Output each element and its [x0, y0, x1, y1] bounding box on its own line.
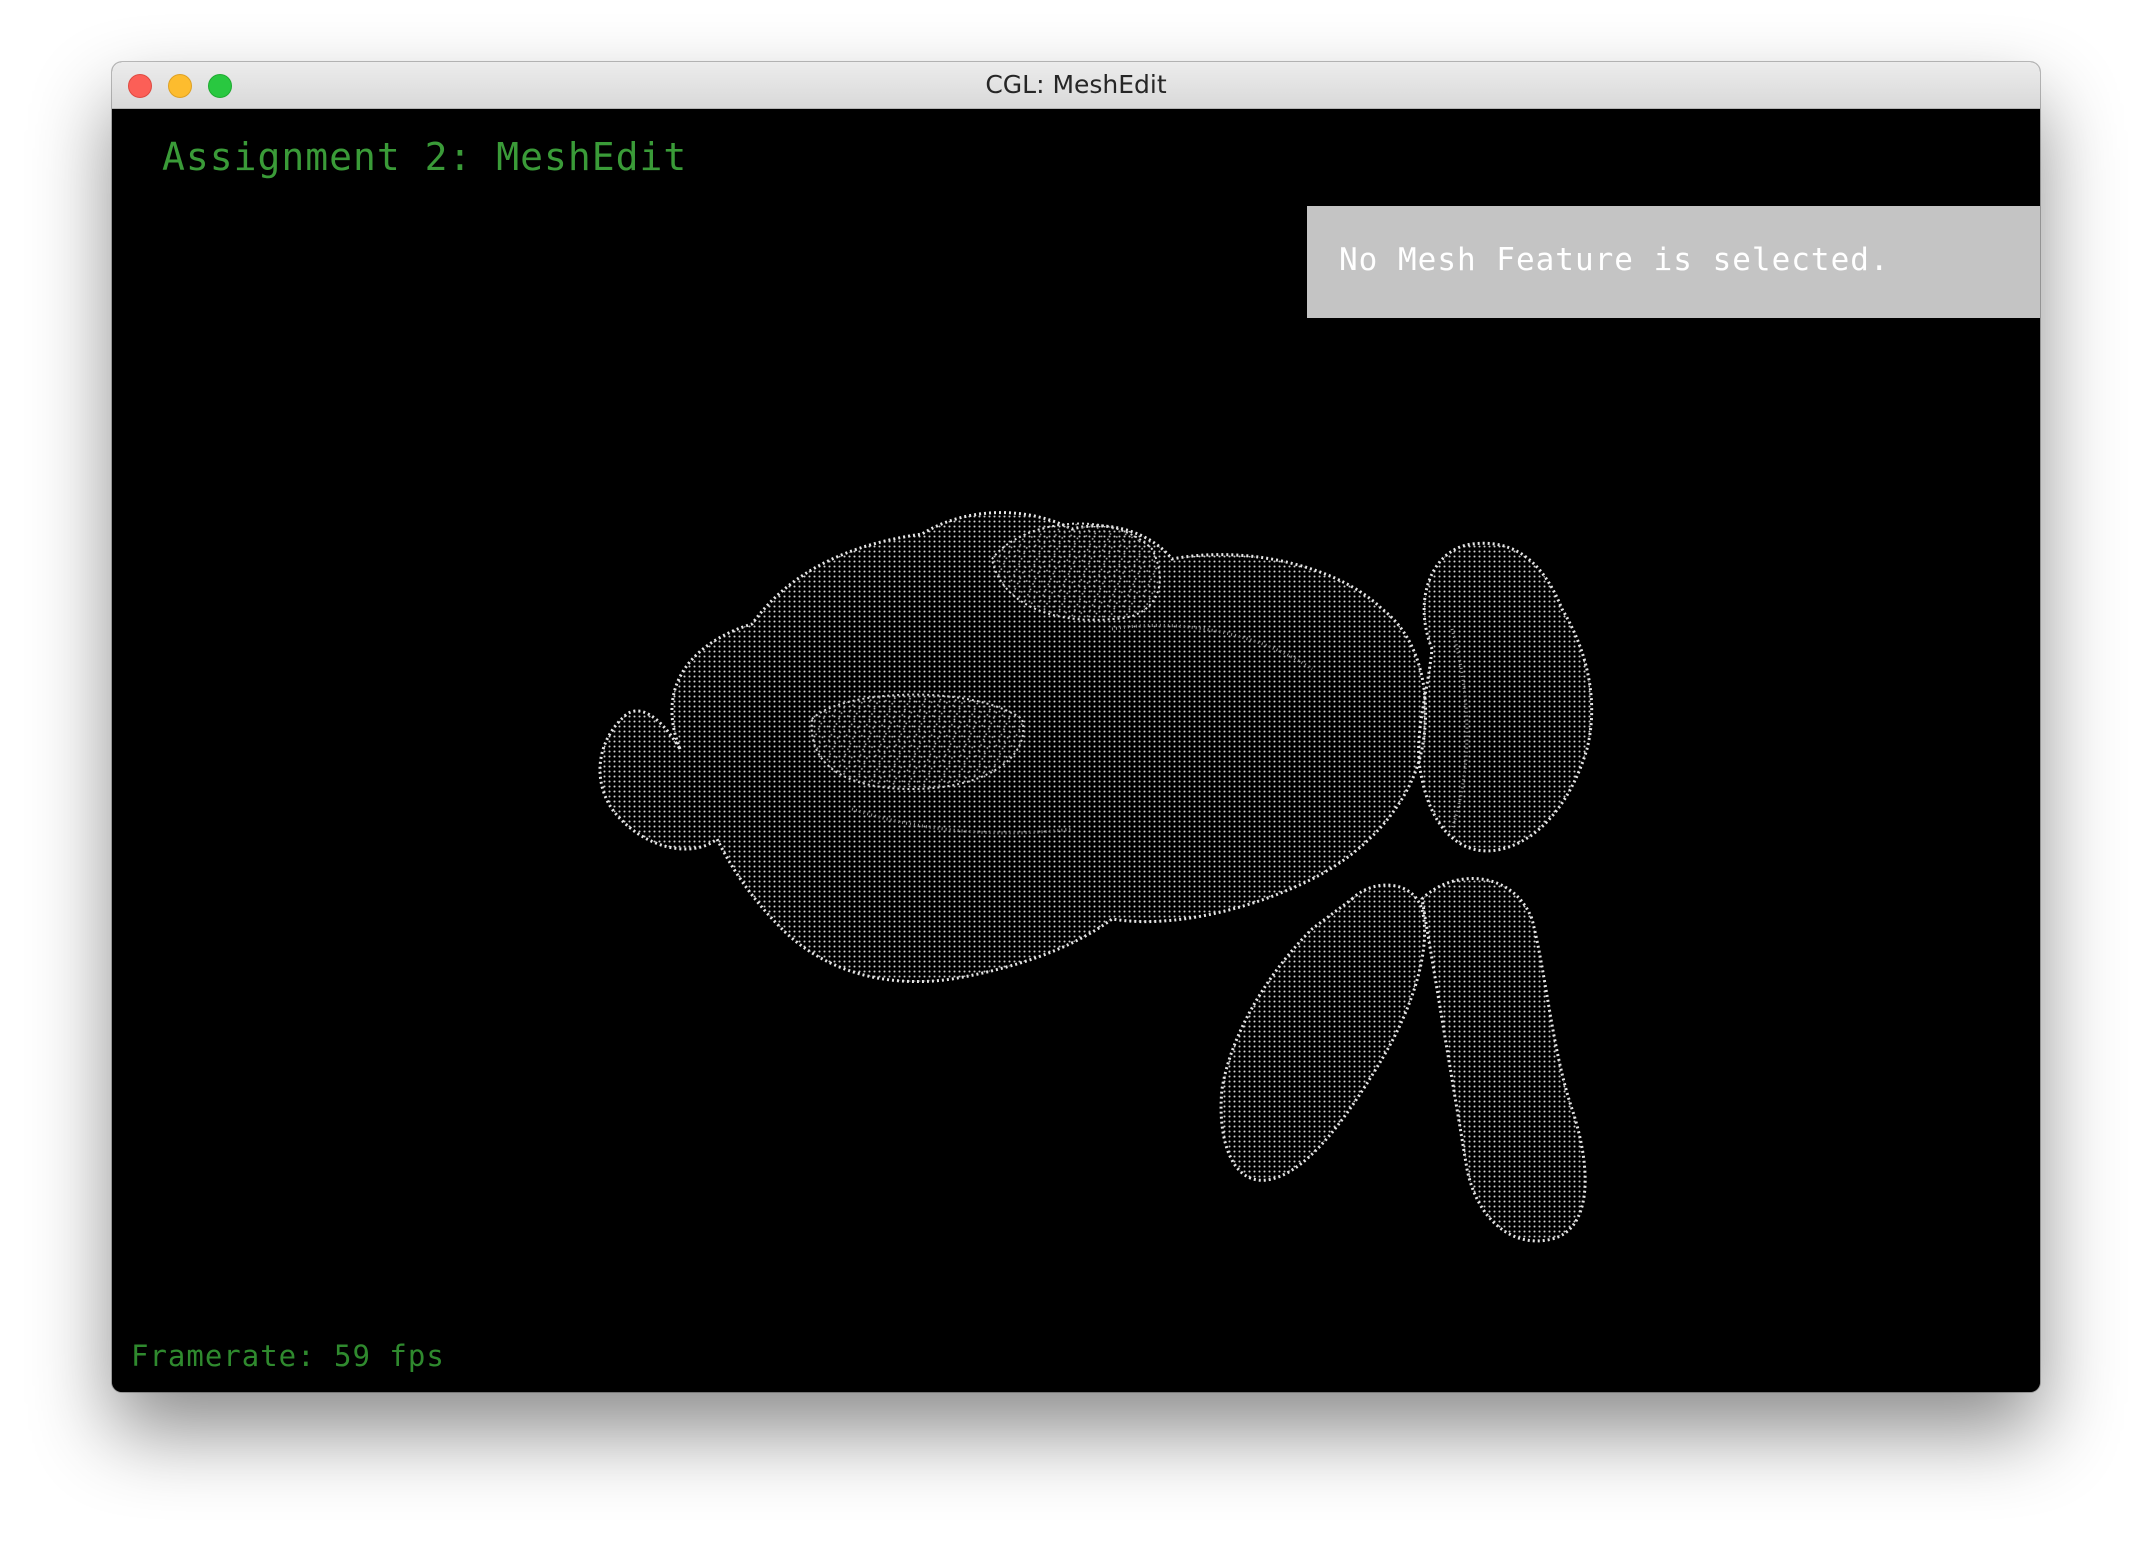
- assignment-header: Assignment 2: MeshEdit: [162, 135, 688, 179]
- info-panel: No Mesh Feature is selected.: [1307, 206, 2040, 318]
- bunny-mesh-icon: [598, 511, 1594, 1243]
- selection-status-text: No Mesh Feature is selected.: [1339, 242, 1890, 278]
- bunny-mesh[interactable]: [552, 449, 1692, 1389]
- bunny-ear-right: [1420, 877, 1587, 1243]
- window-title: CGL: MeshEdit: [985, 70, 1167, 99]
- bunny-ear-left: [1219, 883, 1427, 1182]
- framerate-readout: Framerate: 59 fps: [131, 1339, 445, 1373]
- title-bar[interactable]: CGL: MeshEdit: [112, 62, 2040, 109]
- render-viewport[interactable]: Assignment 2: MeshEdit No Mesh Feature i…: [112, 109, 2040, 1392]
- bunny-haunch: [1417, 541, 1594, 853]
- app-window: CGL: MeshEdit Assignment 2: MeshEdit No …: [112, 62, 2040, 1392]
